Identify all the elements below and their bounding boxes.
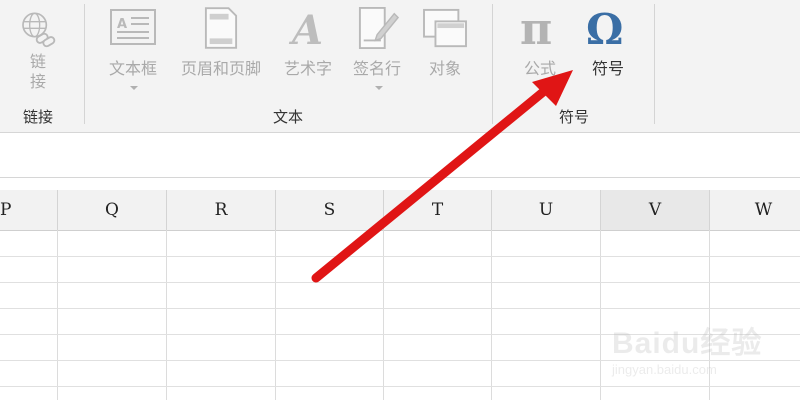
object-button-label: 对象 — [428, 59, 461, 78]
grid-line — [0, 282, 800, 283]
group-separator — [492, 4, 493, 124]
column-header-u[interactable]: U — [492, 190, 601, 230]
textbox-button-label: 文本框 — [108, 59, 157, 78]
header-footer-icon — [204, 7, 238, 49]
formula-bar[interactable] — [0, 133, 800, 178]
link-button[interactable]: 链 接 — [6, 2, 70, 100]
column-header-r[interactable]: R — [167, 190, 276, 230]
signature-icon — [358, 7, 400, 49]
column-header-q[interactable]: Q — [58, 190, 167, 230]
svg-text:π: π — [520, 6, 552, 50]
symbol-button-label: 符号 — [591, 59, 624, 78]
grid-line — [0, 334, 800, 335]
grid-line — [0, 360, 800, 361]
column-header-t[interactable]: T — [384, 190, 492, 230]
equation-button-label: 公式 — [523, 59, 556, 78]
svg-text:A: A — [288, 7, 323, 50]
svg-text:Ω: Ω — [586, 6, 623, 50]
grid-line — [0, 386, 800, 387]
group-separator — [84, 4, 85, 124]
symbol-button[interactable]: Ω 符号 — [576, 2, 640, 100]
omega-icon: Ω — [586, 6, 623, 50]
equation-button[interactable]: π 公式 — [508, 2, 572, 100]
signature-dropdown-icon[interactable] — [375, 86, 383, 90]
link-icon — [22, 12, 56, 48]
grid-line — [0, 308, 800, 309]
textbox-button[interactable]: A 文本框 — [100, 2, 166, 100]
textbox-dropdown-icon[interactable] — [130, 86, 138, 90]
signature-line-button-label: 签名行 — [352, 59, 401, 78]
column-header-s[interactable]: S — [276, 190, 384, 230]
header-footer-button-label: 页眉和页脚 — [180, 59, 261, 78]
textbox-icon: A — [110, 9, 156, 45]
object-icon — [423, 8, 467, 48]
column-header-p[interactable]: P — [0, 190, 58, 230]
group-label-text: 文本 — [272, 108, 303, 126]
group-label-link: 链接 — [22, 108, 53, 126]
group-separator — [654, 4, 655, 124]
column-header-row: P Q R S T U V W — [0, 190, 800, 231]
ribbon: 链 接 链接 A 文本框 页眉和页脚 A 艺术字 签名行 对象 文本 π 公式 … — [0, 0, 800, 133]
link-button-label: 链 接 — [29, 52, 46, 91]
pi-icon: π — [520, 6, 552, 50]
object-button[interactable]: 对象 — [414, 2, 476, 100]
svg-text:A: A — [117, 17, 127, 32]
column-header-w[interactable]: W — [710, 190, 800, 230]
header-footer-button[interactable]: 页眉和页脚 — [168, 2, 274, 100]
grid-line — [0, 256, 800, 257]
wordart-icon: A — [288, 7, 323, 50]
spreadsheet-grid[interactable]: P Q R S T U V W — [0, 178, 800, 400]
column-header-v[interactable]: V — [601, 190, 710, 230]
group-label-symbols: 符号 — [558, 108, 589, 126]
signature-line-button[interactable]: 签名行 — [342, 2, 412, 100]
wordart-button-label: 艺术字 — [283, 59, 332, 78]
wordart-button[interactable]: A 艺术字 — [276, 2, 340, 100]
